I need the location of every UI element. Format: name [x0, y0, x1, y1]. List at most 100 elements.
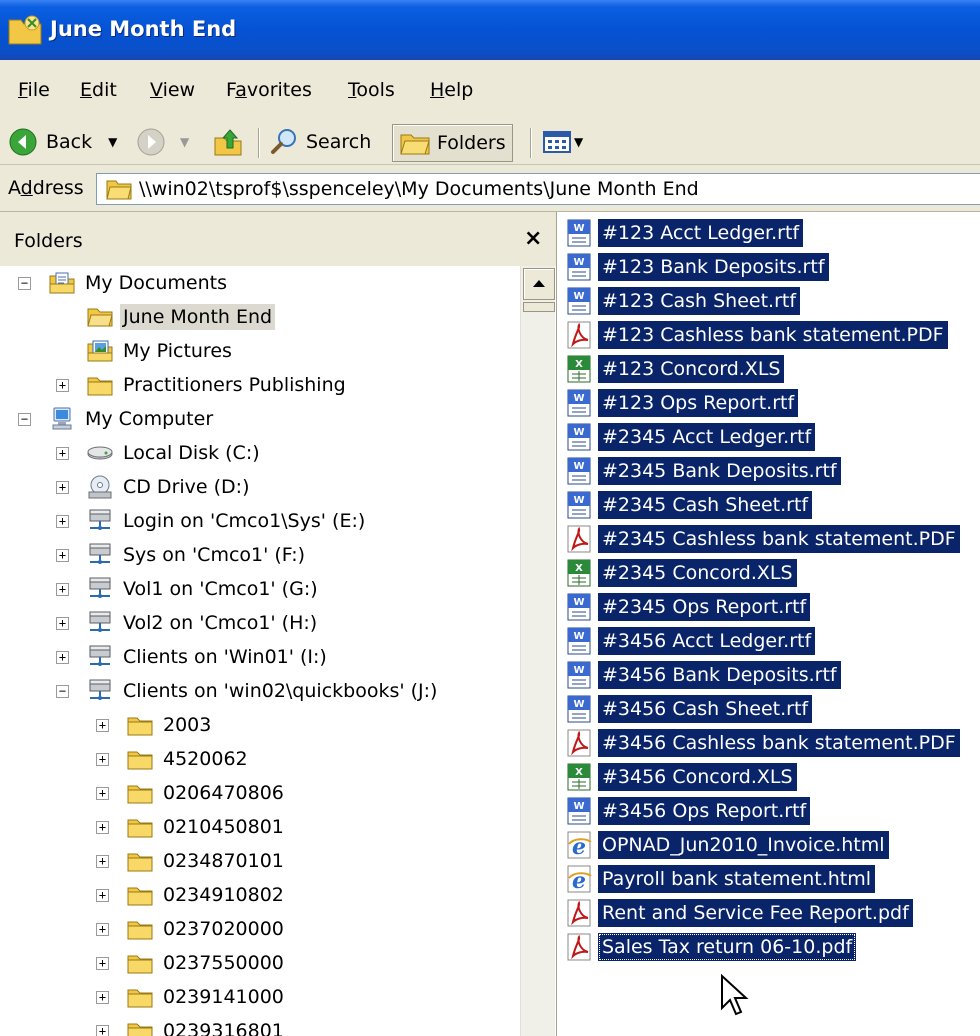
- file-item[interactable]: X #123 Concord.XLS: [564, 352, 785, 386]
- menu-item[interactable]: View: [150, 79, 195, 101]
- back-button[interactable]: Back ▼: [8, 124, 117, 160]
- file-item[interactable]: Rent and Service Fee Report.pdf: [564, 896, 913, 930]
- expand-icon[interactable]: +: [96, 719, 109, 732]
- expand-icon[interactable]: +: [56, 583, 69, 596]
- file-item[interactable]: W #123 Acct Ledger.rtf: [564, 216, 804, 250]
- tree-item[interactable]: Practitioners Publishing: [86, 370, 349, 400]
- tree-item[interactable]: 0210450801: [126, 812, 287, 842]
- tree-item[interactable]: June Month End: [86, 302, 276, 332]
- svg-text:W: W: [573, 427, 584, 438]
- file-item[interactable]: e OPNAD_Jun2010_Invoice.html: [564, 828, 889, 862]
- tree-item[interactable]: My Computer: [48, 404, 216, 434]
- tree-item[interactable]: 4520062: [126, 744, 251, 774]
- views-button[interactable]: ▼: [542, 124, 583, 160]
- collapse-icon[interactable]: −: [18, 277, 31, 290]
- tree-item-label: Clients on 'win02\quickbooks' (J:): [123, 680, 438, 702]
- expand-icon[interactable]: +: [96, 787, 109, 800]
- file-item[interactable]: Sales Tax return 06-10.pdf: [564, 930, 857, 964]
- tree-item[interactable]: 0234910802: [126, 880, 287, 910]
- menu-item[interactable]: Help: [430, 79, 473, 101]
- expand-icon[interactable]: +: [96, 1025, 109, 1036]
- expand-icon[interactable]: +: [56, 481, 69, 494]
- file-item[interactable]: W #3456 Bank Deposits.rtf: [564, 658, 841, 692]
- file-item[interactable]: W #2345 Ops Report.rtf: [564, 590, 811, 624]
- file-item[interactable]: W #123 Bank Deposits.rtf: [564, 250, 829, 284]
- tree-item-label: 0206470806: [163, 782, 284, 804]
- file-item[interactable]: #3456 Cashless bank statement.PDF: [564, 726, 960, 760]
- tree-item[interactable]: 0239141000: [126, 982, 287, 1012]
- views-grid-icon: [543, 131, 571, 153]
- tree-scrollbar[interactable]: [520, 266, 555, 1036]
- expand-icon[interactable]: +: [56, 379, 69, 392]
- tree-item[interactable]: Local Disk (C:): [86, 438, 263, 468]
- folder-tree: − My Documents June Month End My Pictures + P…: [0, 266, 520, 1036]
- expand-icon[interactable]: +: [56, 447, 69, 460]
- menu-item[interactable]: Tools: [348, 79, 395, 101]
- menu-item[interactable]: Favorites: [226, 79, 312, 101]
- collapse-icon[interactable]: −: [56, 685, 69, 698]
- chevron-down-icon: ▼: [180, 135, 190, 149]
- file-item[interactable]: W #3456 Ops Report.rtf: [564, 794, 811, 828]
- file-item[interactable]: X #3456 Concord.XLS: [564, 760, 797, 794]
- expand-icon[interactable]: +: [96, 923, 109, 936]
- file-item[interactable]: X #2345 Concord.XLS: [564, 556, 797, 590]
- file-item[interactable]: W #2345 Bank Deposits.rtf: [564, 454, 841, 488]
- expand-icon[interactable]: +: [96, 821, 109, 834]
- up-folder-button[interactable]: [212, 124, 244, 160]
- tree-item[interactable]: My Documents: [48, 268, 230, 298]
- word-document-icon: W: [564, 694, 594, 724]
- network-drive-icon: [86, 508, 114, 534]
- folder-window-icon: [8, 15, 42, 45]
- tree-item[interactable]: Clients on 'Win01' (I:): [86, 642, 330, 672]
- file-item[interactable]: W #123 Cash Sheet.rtf: [564, 284, 801, 318]
- title-bar[interactable]: June Month End: [0, 0, 980, 60]
- expand-icon[interactable]: +: [56, 617, 69, 630]
- file-item[interactable]: #123 Cashless bank statement.PDF: [564, 318, 948, 352]
- search-button[interactable]: Search: [270, 124, 371, 160]
- tree-item[interactable]: 0237550000: [126, 948, 287, 978]
- word-document-icon: W: [564, 490, 594, 520]
- tree-item[interactable]: Sys on 'Cmco1' (F:): [86, 540, 308, 570]
- forward-button[interactable]: ▼: [136, 124, 189, 160]
- tree-item[interactable]: Login on 'Cmco1\Sys' (E:): [86, 506, 368, 536]
- scroll-up-button[interactable]: [523, 268, 555, 300]
- file-item[interactable]: W #2345 Acct Ledger.rtf: [564, 420, 816, 454]
- file-name: #3456 Ops Report.rtf: [598, 797, 811, 825]
- expand-icon[interactable]: +: [96, 957, 109, 970]
- file-item[interactable]: W #3456 Cash Sheet.rtf: [564, 692, 813, 726]
- address-input[interactable]: \\win02\tsprof$\sspenceley\My Documents\…: [96, 173, 980, 205]
- expand-icon[interactable]: +: [56, 651, 69, 664]
- window-title: June Month End: [50, 17, 237, 41]
- expand-icon[interactable]: +: [96, 889, 109, 902]
- expand-icon[interactable]: +: [96, 753, 109, 766]
- tree-item[interactable]: 0234870101: [126, 846, 287, 876]
- menu-item[interactable]: Edit: [80, 79, 117, 101]
- tree-item[interactable]: Vol1 on 'Cmco1' (G:): [86, 574, 321, 604]
- folders-button[interactable]: Folders: [392, 124, 513, 162]
- tree-item-label: 0239141000: [163, 986, 284, 1008]
- file-item[interactable]: W #3456 Acct Ledger.rtf: [564, 624, 816, 658]
- svg-text:W: W: [573, 291, 584, 302]
- file-item[interactable]: W #123 Ops Report.rtf: [564, 386, 799, 420]
- file-item[interactable]: #2345 Cashless bank statement.PDF: [564, 522, 960, 556]
- file-item[interactable]: W #2345 Cash Sheet.rtf: [564, 488, 813, 522]
- tree-item[interactable]: Vol2 on 'Cmco1' (H:): [86, 608, 320, 638]
- file-item[interactable]: e Payroll bank statement.html: [564, 862, 876, 896]
- expand-icon[interactable]: +: [96, 991, 109, 1004]
- tree-item[interactable]: 0206470806: [126, 778, 287, 808]
- menu-item[interactable]: File: [18, 79, 50, 101]
- tree-item[interactable]: Clients on 'win02\quickbooks' (J:): [86, 676, 440, 706]
- tree-item[interactable]: 0237020000: [126, 914, 287, 944]
- scroll-thumb[interactable]: [523, 302, 555, 312]
- tree-item[interactable]: 2003: [126, 710, 214, 740]
- expand-icon[interactable]: +: [56, 515, 69, 528]
- html-document-icon: e: [564, 830, 594, 860]
- tree-item[interactable]: 0239316801: [126, 1016, 287, 1036]
- tree-item[interactable]: My Pictures: [86, 336, 235, 366]
- tree-item[interactable]: CD Drive (D:): [86, 472, 253, 502]
- expand-icon[interactable]: +: [96, 855, 109, 868]
- close-icon[interactable]: ×: [524, 226, 542, 251]
- collapse-icon[interactable]: −: [18, 413, 31, 426]
- expand-icon[interactable]: +: [56, 549, 69, 562]
- tree-item-label: Local Disk (C:): [123, 442, 260, 464]
